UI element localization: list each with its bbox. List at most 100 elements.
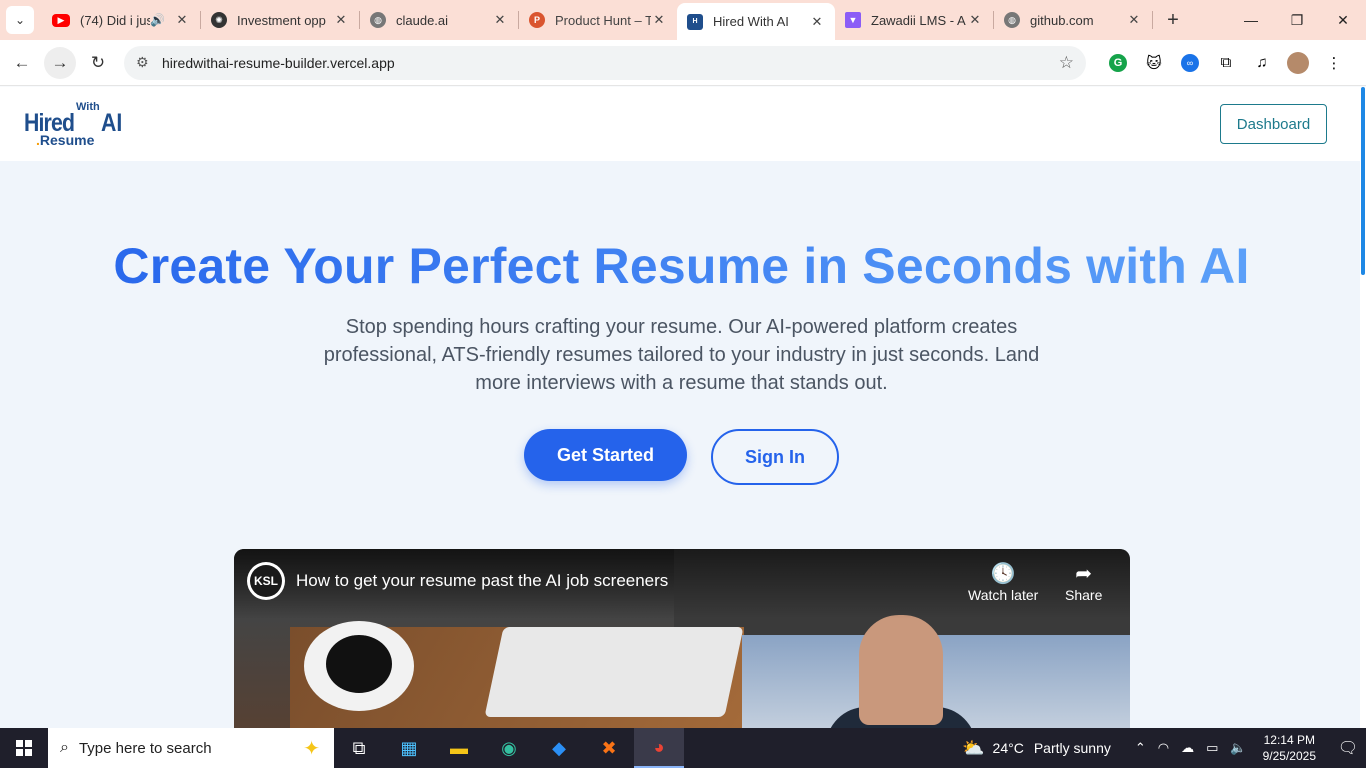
grammarly-extension[interactable]: G: [1100, 47, 1136, 79]
forward-button[interactable]: →: [44, 46, 76, 79]
browser-tab[interactable]: ◍ claude.ai ✕: [360, 3, 518, 37]
scrollbar-thumb[interactable]: [1361, 87, 1365, 275]
tab-search-button[interactable]: ⌄: [6, 6, 34, 34]
browser-tab-active[interactable]: H Hired With AI ✕: [677, 3, 835, 40]
browser-tab[interactable]: ▼ Zawadii LMS - A ✕: [835, 3, 993, 37]
close-icon[interactable]: ✕: [492, 12, 508, 28]
grammarly-icon: G: [1109, 53, 1127, 72]
chrome-icon[interactable]: ◕: [634, 728, 684, 768]
channel-logo: KSL: [250, 565, 282, 597]
reload-button[interactable]: ↻: [82, 47, 114, 79]
url-text[interactable]: hiredwithai-resume-builder.vercel.app: [162, 55, 1059, 71]
channel-avatar[interactable]: KSL: [247, 562, 285, 600]
edge-icon[interactable]: ◉: [484, 728, 534, 768]
chevron-up-icon[interactable]: ⌃: [1135, 740, 1146, 756]
close-icon[interactable]: ✕: [809, 14, 825, 30]
browser-tab[interactable]: ✺ Investment opp ✕: [201, 3, 359, 37]
plus-icon: +: [1167, 8, 1179, 31]
tab-separator: [1152, 11, 1153, 29]
logo-resume: .Resume: [36, 132, 95, 148]
tab-title: (74) Did i jus: [80, 12, 150, 28]
producthunt-icon: P: [529, 12, 545, 28]
media-control-icon[interactable]: ♫: [1244, 47, 1280, 79]
file-explorer-icon[interactable]: ▬: [434, 728, 484, 768]
arrow-left-icon: ←: [13, 52, 31, 72]
sparkle-icon: ✦: [303, 737, 320, 760]
wifi-icon[interactable]: ◠: [1158, 740, 1169, 756]
video-keyboard: [484, 627, 744, 717]
embedded-video[interactable]: KSL How to get your resume past the AI j…: [234, 549, 1130, 728]
tab-list: ▶ (74) Did i jus 🔊 ✕ ✺ Investment opp ✕ …: [42, 0, 1153, 40]
logo-ai: AI: [101, 109, 123, 137]
close-icon[interactable]: ✕: [651, 12, 667, 28]
site-info-icon[interactable]: ⚙: [136, 54, 156, 71]
globe-icon: ◍: [370, 12, 386, 28]
tab-title: claude.ai: [396, 12, 449, 28]
store-icon[interactable]: ▦: [384, 728, 434, 768]
search-icon: ⌕: [60, 739, 69, 756]
tab-title: Investment opp: [237, 12, 326, 28]
cloud-icon[interactable]: ☁: [1181, 740, 1194, 756]
xampp-icon[interactable]: ✖: [584, 728, 634, 768]
speaker-icon[interactable]: 🔊: [150, 13, 168, 27]
page-scrollbar[interactable]: [1360, 87, 1366, 728]
start-button[interactable]: [0, 728, 48, 768]
browser-tab[interactable]: ▶ (74) Did i jus 🔊 ✕: [42, 3, 200, 37]
tab-title: Product Hunt – T: [555, 12, 651, 28]
site-header: Hired With AI .Resume Dashboard: [0, 87, 1360, 161]
notifications-icon[interactable]: 🗨: [1330, 738, 1366, 758]
hero-title: Create Your Perfect Resume in Seconds wi…: [0, 237, 1360, 295]
restore-icon[interactable]: ❐: [1274, 0, 1320, 40]
logo-with: With: [76, 101, 100, 113]
more-menu-icon[interactable]: ⋮: [1316, 47, 1352, 79]
hiredwithai-icon: H: [687, 13, 703, 30]
sign-in-button[interactable]: Sign In: [711, 429, 839, 485]
infinity-extension[interactable]: ∞: [1172, 47, 1208, 79]
new-tab-button[interactable]: +: [1159, 6, 1187, 34]
extensions-puzzle-icon[interactable]: ⧉: [1208, 47, 1244, 79]
weather-widget[interactable]: ⛅ 24°C Partly sunny: [962, 738, 1111, 759]
share-button[interactable]: ➦ Share: [1065, 561, 1102, 603]
openai-icon: ✺: [211, 12, 227, 28]
minimize-icon[interactable]: —: [1228, 0, 1274, 40]
reload-icon: ↻: [90, 52, 106, 72]
close-icon[interactable]: ✕: [1126, 12, 1142, 28]
close-icon[interactable]: ✕: [174, 12, 190, 28]
profile-button[interactable]: [1280, 47, 1316, 79]
windows-icon: [16, 740, 32, 756]
window-controls: — ❐ ✕: [1228, 0, 1366, 40]
youtube-icon: ▶: [52, 13, 70, 27]
search-placeholder: Type here to search: [78, 739, 212, 757]
close-icon[interactable]: ✕: [333, 12, 349, 28]
address-bar[interactable]: ⚙ hiredwithai-resume-builder.vercel.app …: [124, 45, 1086, 80]
site-logo[interactable]: Hired With AI .Resume: [24, 101, 124, 149]
back-button[interactable]: ←: [6, 47, 38, 79]
watch-later-label: Watch later: [968, 587, 1039, 603]
tab-title: Hired With AI: [713, 14, 789, 29]
get-started-button[interactable]: Get Started: [524, 429, 687, 481]
infinity-icon: ∞: [1181, 53, 1199, 72]
volume-icon[interactable]: 🔈: [1230, 740, 1246, 756]
extensions-area: G 🐱 ∞ ⧉ ♫ ⋮: [1100, 47, 1352, 79]
partly-sunny-icon: ⛅: [962, 737, 985, 758]
vscode-icon[interactable]: ◆: [534, 728, 584, 768]
taskbar: ⌕ Type here to search ✦ ⧉ ▦ ▬ ◉ ◆ ✖ ◕ ⛅ …: [0, 728, 1366, 768]
browser-toolbar: ← → ↻ ⚙ hiredwithai-resume-builder.verce…: [0, 40, 1366, 86]
battery-icon[interactable]: ▭: [1206, 740, 1218, 756]
video-title[interactable]: How to get your resume past the AI job s…: [296, 571, 668, 591]
clock[interactable]: 12:14 PM 9/25/2025: [1263, 732, 1316, 764]
clock-time: 12:14 PM: [1263, 733, 1315, 747]
close-icon[interactable]: ✕: [967, 12, 983, 28]
browser-tab[interactable]: P Product Hunt – T ✕: [519, 3, 677, 37]
browser-tab[interactable]: ◍ github.com ✕: [994, 3, 1152, 37]
tab-strip: ⌄ ▶ (74) Did i jus 🔊 ✕ ✺ Investment opp …: [0, 0, 1366, 40]
extension-avatar[interactable]: 🐱: [1136, 47, 1172, 79]
taskbar-search[interactable]: ⌕ Type here to search ✦: [48, 728, 334, 768]
watch-later-button[interactable]: 🕓 Watch later: [968, 561, 1038, 603]
close-window-icon[interactable]: ✕: [1320, 0, 1366, 40]
task-view-icon[interactable]: ⧉: [334, 728, 384, 768]
video-coffee-cup: [304, 621, 414, 711]
weather-condition: Partly sunny: [1033, 740, 1111, 756]
bookmark-star-icon[interactable]: ☆: [1059, 53, 1074, 73]
dashboard-button[interactable]: Dashboard: [1220, 104, 1327, 144]
